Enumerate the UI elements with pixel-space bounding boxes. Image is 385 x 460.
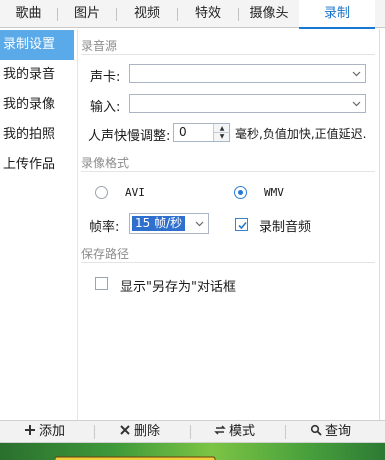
delete-button[interactable]: 删除 bbox=[119, 421, 160, 443]
wmv-label: WMV bbox=[264, 186, 284, 199]
mode-button[interactable]: 模式 bbox=[214, 421, 255, 443]
section-divider bbox=[81, 171, 375, 172]
show-save-as-label: 显示"另存为"对话框 bbox=[120, 280, 236, 295]
sidebar-item-upload[interactable]: 上传作品 bbox=[0, 150, 74, 180]
fps-select[interactable]: 15 帧/秒 bbox=[129, 213, 209, 234]
add-button-label: 添加 bbox=[39, 424, 66, 439]
vocal-delay-label: 人声快慢调整: bbox=[88, 129, 171, 144]
sidebar-item-my-photos[interactable]: 我的拍照 bbox=[0, 120, 74, 150]
tab-camera[interactable]: 摄像头 bbox=[239, 0, 299, 28]
chevron-down-icon bbox=[352, 71, 361, 77]
delete-button-label: 删除 bbox=[134, 424, 161, 439]
toolbar-divider bbox=[94, 425, 95, 439]
tab-record[interactable]: 录制 bbox=[299, 0, 375, 29]
input-select[interactable] bbox=[129, 94, 366, 113]
ad-banner[interactable] bbox=[0, 443, 385, 460]
toolbar-divider bbox=[190, 425, 191, 439]
show-save-as-checkbox[interactable] bbox=[95, 277, 108, 290]
vocal-delay-value: 0 bbox=[179, 125, 187, 139]
vocal-delay-stepper[interactable]: 0 ▲ ▼ bbox=[173, 123, 230, 142]
input-label: 输入: bbox=[90, 100, 121, 115]
banner-artwork bbox=[54, 448, 225, 460]
tab-video[interactable]: 视频 bbox=[117, 0, 177, 28]
mode-button-label: 模式 bbox=[229, 424, 256, 439]
chevron-down-icon bbox=[195, 221, 204, 227]
section-divider bbox=[81, 262, 375, 263]
sidebar: 录制设置 我的录音 我的录像 我的拍照 上传作品 bbox=[0, 29, 74, 420]
search-button-label: 查询 bbox=[325, 424, 352, 439]
toolbar-divider bbox=[285, 425, 286, 439]
stepper-buttons: ▲ ▼ bbox=[213, 124, 230, 141]
checkmark-icon bbox=[238, 221, 247, 230]
fps-value: 15 帧/秒 bbox=[132, 216, 186, 231]
avi-label: AVI bbox=[125, 186, 145, 199]
delete-x-icon bbox=[120, 425, 130, 435]
search-button[interactable]: 查询 bbox=[310, 421, 351, 443]
banner-logo-icon bbox=[54, 456, 216, 460]
stepper-down-icon[interactable]: ▼ bbox=[214, 132, 230, 140]
section-divider bbox=[81, 54, 375, 55]
wmv-radio[interactable] bbox=[234, 186, 247, 199]
sidebar-divider bbox=[77, 29, 78, 420]
tab-bar: 歌曲 图片 视频 特效 摄像头 录制 bbox=[0, 0, 385, 29]
fps-label: 帧率: bbox=[89, 220, 120, 235]
record-audio-label: 录制音频 bbox=[259, 220, 312, 235]
sound-card-label: 声卡: bbox=[90, 70, 121, 85]
chevron-down-icon bbox=[352, 101, 361, 107]
search-icon bbox=[310, 424, 322, 436]
stepper-up-icon[interactable]: ▲ bbox=[214, 124, 230, 132]
vocal-delay-hint: 毫秒,负值加快,正值延迟. bbox=[235, 127, 367, 141]
sidebar-item-my-recordings[interactable]: 我的录音 bbox=[0, 60, 74, 90]
section-title-video-format: 录像格式 bbox=[81, 156, 130, 170]
sound-card-select[interactable] bbox=[129, 64, 366, 83]
record-audio-checkbox[interactable] bbox=[235, 218, 248, 231]
tab-songs[interactable]: 歌曲 bbox=[0, 0, 57, 28]
tab-effects[interactable]: 特效 bbox=[178, 0, 238, 28]
sidebar-item-my-videos[interactable]: 我的录像 bbox=[0, 90, 74, 120]
avi-radio[interactable] bbox=[95, 186, 108, 199]
add-button[interactable]: 添加 bbox=[24, 421, 65, 443]
panel-edge bbox=[379, 29, 380, 420]
loop-icon bbox=[214, 425, 226, 435]
tab-pictures[interactable]: 图片 bbox=[58, 0, 116, 28]
section-title-save-path: 保存路径 bbox=[81, 247, 130, 261]
plus-icon bbox=[25, 425, 35, 435]
bottom-toolbar: 添加 删除 模式 查询 bbox=[0, 420, 385, 443]
section-title-record-source: 录音源 bbox=[81, 39, 118, 53]
sidebar-item-record-settings[interactable]: 录制设置 bbox=[0, 30, 74, 60]
